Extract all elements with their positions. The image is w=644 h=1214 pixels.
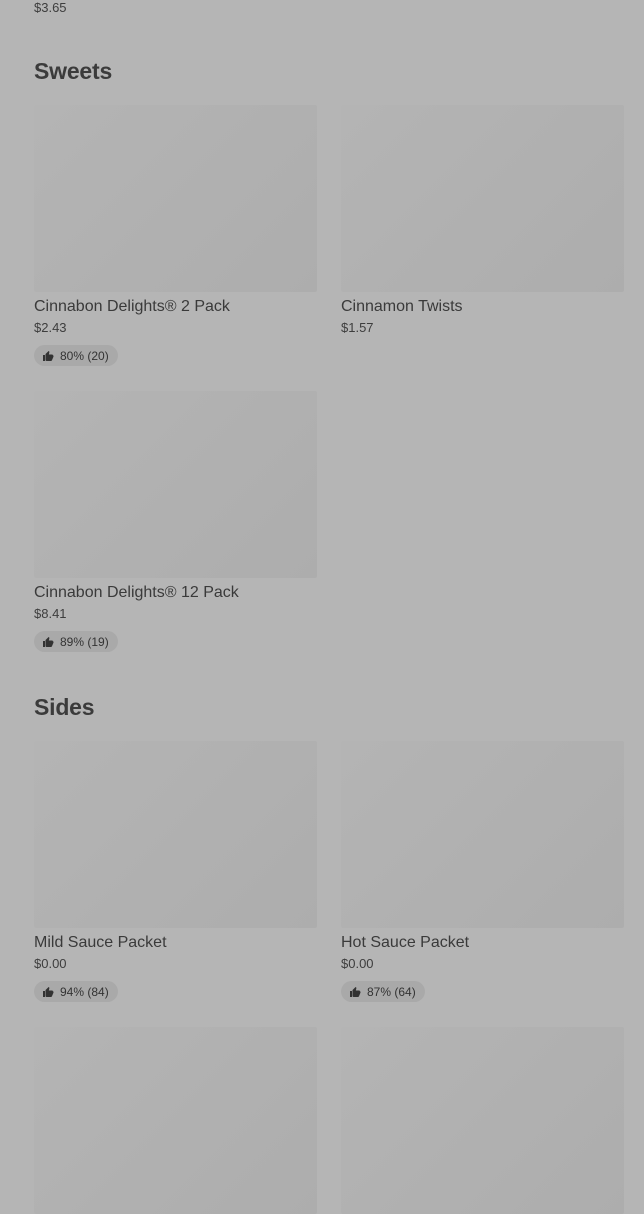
rating-text: 80% (20) bbox=[60, 348, 109, 363]
item-image[interactable] bbox=[341, 105, 624, 292]
rating-text: 87% (64) bbox=[367, 984, 416, 999]
item-image[interactable] bbox=[341, 741, 624, 928]
thumbs-up-icon bbox=[43, 986, 54, 997]
item-name: Mild Sauce Packet bbox=[34, 934, 167, 951]
item-name: Cinnamon Twists bbox=[341, 298, 463, 315]
item-price: $8.41 bbox=[34, 606, 67, 621]
menu-item-card[interactable] bbox=[34, 1027, 317, 1214]
item-name: Cinnabon Delights® 12 Pack bbox=[34, 584, 239, 601]
rating-badge: 94% (84) bbox=[34, 981, 118, 1002]
menu-item-card[interactable]: Hot Sauce Packet $0.00 87% (64) bbox=[341, 741, 624, 1003]
item-price: $2.43 bbox=[34, 320, 67, 335]
item-image[interactable] bbox=[34, 1027, 317, 1214]
rating-badge: 80% (20) bbox=[34, 345, 118, 366]
item-image[interactable] bbox=[34, 741, 317, 928]
item-image[interactable] bbox=[341, 1027, 624, 1214]
menu-item-card[interactable] bbox=[341, 1027, 624, 1214]
item-price: $0.00 bbox=[341, 956, 374, 971]
rating-text: 94% (84) bbox=[60, 984, 109, 999]
thumbs-up-icon bbox=[43, 636, 54, 647]
menu-item-card[interactable]: Cinnamon Twists $1.57 bbox=[341, 105, 624, 336]
thumbs-up-icon bbox=[350, 986, 361, 997]
menu-item-card[interactable]: Cinnabon Delights® 2 Pack $2.43 80% (20) bbox=[34, 105, 317, 367]
item-name: Cinnabon Delights® 2 Pack bbox=[34, 298, 230, 315]
menu-item-card[interactable]: Cinnabon Delights® 12 Pack $8.41 89% (19… bbox=[34, 391, 317, 653]
section-title-sides: Sides bbox=[34, 694, 95, 720]
item-price: $3.65 bbox=[34, 0, 67, 15]
item-image[interactable] bbox=[34, 391, 317, 578]
menu-page: $3.65 Sweets Cinnabon Delights® 2 Pack $… bbox=[0, 0, 644, 1214]
rating-badge: 87% (64) bbox=[341, 981, 425, 1002]
rating-badge: 89% (19) bbox=[34, 631, 118, 652]
item-price: $1.57 bbox=[341, 320, 374, 335]
section-title-sweets: Sweets bbox=[34, 58, 113, 84]
item-image[interactable] bbox=[34, 105, 317, 292]
item-name: Hot Sauce Packet bbox=[341, 934, 470, 951]
item-price: $0.00 bbox=[34, 956, 67, 971]
thumbs-up-icon bbox=[43, 350, 54, 361]
menu-item-card[interactable]: Mild Sauce Packet $0.00 94% (84) bbox=[34, 741, 317, 1003]
rating-text: 89% (19) bbox=[60, 634, 109, 649]
